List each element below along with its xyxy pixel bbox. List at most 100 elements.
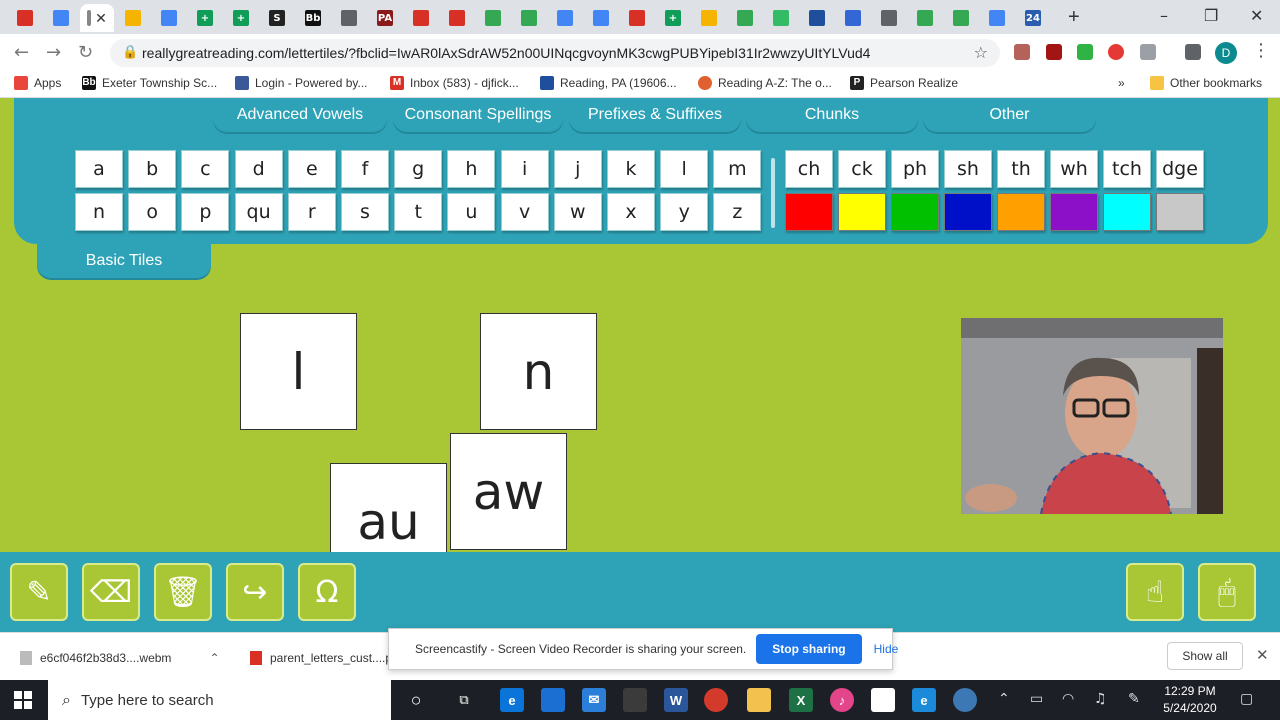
- task-view-icon[interactable]: ⧉: [452, 688, 476, 712]
- excel-icon[interactable]: X: [789, 688, 813, 712]
- ublock-extension-icon[interactable]: [1046, 44, 1062, 60]
- digraph-tile-ph[interactable]: ph: [891, 150, 939, 188]
- digraph-tile-ck[interactable]: ck: [838, 150, 886, 188]
- letter-tile-k[interactable]: k: [607, 150, 655, 188]
- browser-tab[interactable]: [764, 4, 798, 32]
- tab-active[interactable]: ✕: [80, 4, 114, 32]
- tab-chunks[interactable]: Chunks: [746, 98, 918, 132]
- bookmark-exeter[interactable]: Bb Exeter Township Sc...: [82, 76, 217, 90]
- taskbar-search-input[interactable]: ⌕ Type here to search: [48, 680, 391, 720]
- letter-tile-r[interactable]: r: [287, 193, 336, 231]
- restore-icon[interactable]: ❐: [1204, 6, 1218, 25]
- new-tab-button[interactable]: +: [1068, 6, 1080, 29]
- bookmark-reading-az[interactable]: Reading A-Z: The o...: [698, 76, 832, 90]
- pen-icon[interactable]: ✎: [1128, 691, 1140, 707]
- browser-tab[interactable]: [908, 4, 942, 32]
- bookmark-star-icon[interactable]: ☆: [974, 43, 988, 62]
- mouse-icon[interactable]: 🖱: [1198, 563, 1256, 621]
- browser-tab[interactable]: +: [188, 4, 222, 32]
- back-icon[interactable]: ←: [14, 42, 29, 63]
- digraph-tile-tch[interactable]: tch: [1103, 150, 1151, 188]
- browser-tab[interactable]: [548, 4, 582, 32]
- browser-tab[interactable]: [584, 4, 618, 32]
- trash-icon[interactable]: 🗑: [154, 563, 212, 621]
- tab-prefixes-suffixes[interactable]: Prefixes & Suffixes: [569, 98, 741, 132]
- color-swatch[interactable]: [944, 193, 992, 231]
- browser-tab[interactable]: [800, 4, 834, 32]
- letter-tile-m[interactable]: m: [713, 150, 762, 188]
- app-circle-icon[interactable]: [953, 688, 977, 712]
- browser-tab[interactable]: [980, 4, 1014, 32]
- mail-icon[interactable]: ✉: [582, 688, 606, 712]
- color-swatch[interactable]: [997, 193, 1045, 231]
- menu-icon[interactable]: ⋮: [1252, 40, 1270, 61]
- board-tile[interactable]: n: [480, 313, 597, 430]
- edge-icon[interactable]: e: [500, 688, 524, 712]
- url-input[interactable]: 🔒 reallygreatreading.com/lettertiles/?fb…: [110, 39, 1000, 67]
- volume-icon[interactable]: ♫: [1094, 691, 1107, 707]
- show-all-button[interactable]: Show all: [1167, 642, 1243, 670]
- browser-tab[interactable]: [728, 4, 762, 32]
- digraph-tile-th[interactable]: th: [997, 150, 1045, 188]
- eraser-icon[interactable]: ⌫: [82, 563, 140, 621]
- profile-avatar[interactable]: D: [1215, 42, 1237, 64]
- browser-tab[interactable]: [692, 4, 726, 32]
- browser-tab[interactable]: [512, 4, 546, 32]
- app-icon[interactable]: [623, 688, 647, 712]
- browser-tab[interactable]: [476, 4, 510, 32]
- browser-tab[interactable]: [836, 4, 870, 32]
- wifi-icon[interactable]: ◠: [1062, 691, 1074, 707]
- bookmark-pearson[interactable]: P Pearson Realize: [850, 76, 958, 90]
- board-tile[interactable]: l: [240, 313, 357, 430]
- letter-tile-x[interactable]: x: [607, 193, 655, 231]
- pdf-extension-icon[interactable]: [1014, 44, 1030, 60]
- letter-tile-u[interactable]: u: [447, 193, 496, 231]
- bookmark-other[interactable]: Other bookmarks: [1150, 76, 1262, 90]
- browser-tab[interactable]: Bb: [296, 4, 330, 32]
- stop-sharing-button[interactable]: Stop sharing: [756, 634, 862, 664]
- file-explorer-icon[interactable]: [747, 688, 771, 712]
- pencil-icon[interactable]: ✎: [10, 563, 68, 621]
- letter-tile-g[interactable]: g: [394, 150, 443, 188]
- browser-tab[interactable]: [620, 4, 654, 32]
- letter-tile-s[interactable]: s: [341, 193, 389, 231]
- board-tile[interactable]: aw: [450, 433, 567, 550]
- color-swatch[interactable]: [838, 193, 886, 231]
- document-icon[interactable]: [871, 688, 895, 712]
- word-icon[interactable]: W: [664, 688, 688, 712]
- letter-tile-j[interactable]: j: [553, 150, 602, 188]
- redo-icon[interactable]: ↪: [226, 563, 284, 621]
- tray-chevron-icon[interactable]: ⌃: [998, 691, 1010, 707]
- browser-tab[interactable]: [944, 4, 978, 32]
- download-item-webm[interactable]: e6cf046f2b38d3....webm ⌃: [20, 643, 220, 673]
- letter-tile-b[interactable]: b: [128, 150, 177, 188]
- color-swatch[interactable]: [1103, 193, 1151, 231]
- color-swatch[interactable]: [785, 193, 833, 231]
- browser-tab[interactable]: PA: [368, 4, 402, 32]
- digraph-tile-ch[interactable]: ch: [785, 150, 833, 188]
- ie-icon[interactable]: e: [912, 688, 936, 712]
- tab-consonant-spellings[interactable]: Consonant Spellings: [393, 98, 563, 132]
- taskbar-clock[interactable]: 12:29 PM 5/24/2020: [1150, 683, 1230, 717]
- letter-tile-c[interactable]: c: [181, 150, 230, 188]
- chrome-icon[interactable]: [704, 688, 728, 712]
- chevron-up-icon[interactable]: ⌃: [209, 651, 219, 665]
- letter-tile-f[interactable]: f: [341, 150, 389, 188]
- screencastify-extension-icon[interactable]: [1108, 44, 1124, 60]
- browser-tab[interactable]: 24: [1016, 4, 1050, 32]
- browser-tab[interactable]: [8, 4, 42, 32]
- magnet-icon[interactable]: Ω: [298, 563, 356, 621]
- bookmark-apps[interactable]: Apps: [14, 76, 61, 90]
- bookmark-reading-pa[interactable]: Reading, PA (19606...: [540, 76, 677, 90]
- browser-tab[interactable]: [872, 4, 906, 32]
- letter-tile-a[interactable]: a: [75, 150, 123, 188]
- reload-icon[interactable]: ↻: [78, 42, 93, 63]
- letter-tile-w[interactable]: w: [553, 193, 602, 231]
- forward-icon[interactable]: →: [46, 42, 61, 63]
- browser-tab[interactable]: [440, 4, 474, 32]
- digraph-tile-dge[interactable]: dge: [1156, 150, 1204, 188]
- browser-tab[interactable]: [44, 4, 78, 32]
- bookmarks-more[interactable]: »: [1118, 76, 1125, 90]
- letter-tile-qu[interactable]: qu: [234, 193, 283, 231]
- tab-advanced-vowels[interactable]: Advanced Vowels: [213, 98, 387, 132]
